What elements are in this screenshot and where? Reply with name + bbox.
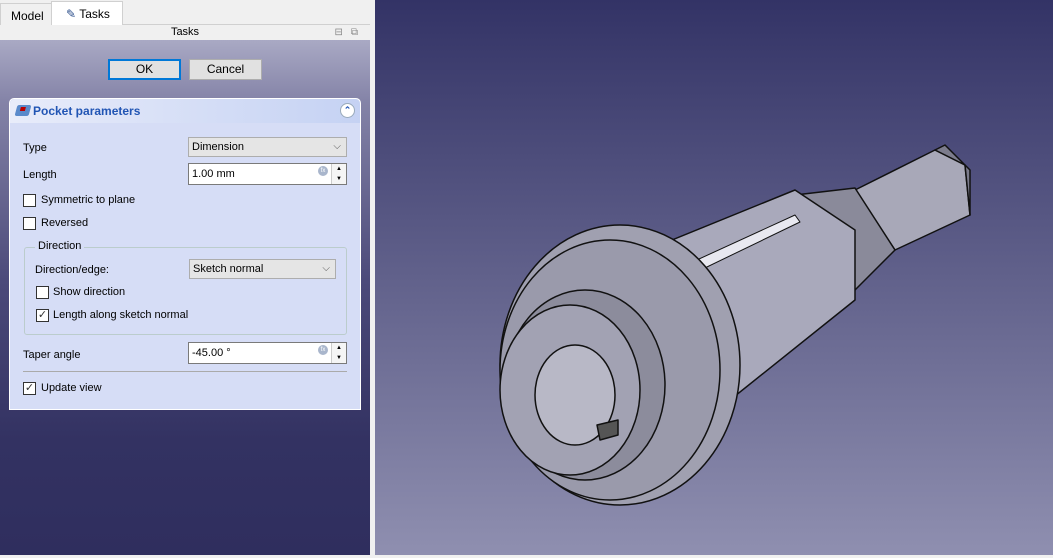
panel-title: Tasks (170, 26, 200, 38)
panel-heading: Pocket parameters (33, 104, 141, 118)
tab-model[interactable]: Model (0, 3, 52, 25)
spin-arrows[interactable]: ▲ ▼ (331, 343, 346, 363)
length-along-label: Length along sketch normal (53, 309, 189, 321)
show-direction-checkbox[interactable] (36, 286, 49, 299)
expression-icon[interactable]: fx (318, 166, 328, 176)
type-select[interactable]: Dimension ⌵ (188, 137, 347, 157)
spin-arrows[interactable]: ▲ ▼ (331, 164, 346, 184)
length-value: 1.00 mm (192, 168, 235, 180)
pocket-parameters-header[interactable]: Pocket parameters ⌃ (10, 99, 360, 123)
tab-label: Tasks (79, 7, 110, 21)
direction-edge-select[interactable]: Sketch normal ⌵ (189, 259, 336, 279)
update-view-label: Update view (41, 382, 102, 394)
type-value: Dimension (192, 141, 244, 153)
collapse-icon[interactable]: ⌃ (340, 103, 355, 118)
pocket-parameters-panel: Pocket parameters ⌃ Type Dimension ⌵ Lengt… (9, 98, 361, 410)
length-input[interactable]: 1.00 mm fx ▲ ▼ (188, 163, 347, 185)
direction-group-title: Direction (35, 240, 85, 252)
task-area: OK Cancel Pocket parameters ⌃ Type Dimens… (0, 40, 370, 555)
symmetric-checkbox[interactable] (23, 194, 36, 207)
expression-icon[interactable]: fx (318, 345, 328, 355)
tab-bar: Model ✎ Tasks (0, 0, 370, 26)
combo-view: Model ✎ Tasks Tasks ⊟⧉ OK Cancel Pocket p… (0, 0, 370, 555)
dock-icon[interactable]: ⊟ (334, 27, 350, 38)
type-label: Type (23, 142, 47, 154)
symmetric-label: Symmetric to plane (41, 194, 136, 206)
cancel-button[interactable]: Cancel (189, 59, 262, 80)
pencil-icon: ✎ (66, 7, 77, 21)
panel-header: Tasks ⊟⧉ (0, 25, 370, 40)
show-direction-label: Show direction (53, 286, 126, 298)
length-label: Length (23, 169, 57, 181)
tab-tasks[interactable]: ✎ Tasks (51, 1, 123, 26)
reversed-label: Reversed (41, 217, 89, 229)
direction-edge-label: Direction/edge: (35, 264, 109, 276)
taper-label: Taper angle (23, 349, 81, 361)
float-icon[interactable]: ⧉ (351, 27, 366, 38)
length-along-checkbox[interactable]: ✓ (36, 309, 49, 322)
direction-group: Direction Direction/edge: Sketch normal ⌵… (24, 240, 347, 335)
chevron-down-icon: ⌵ (322, 263, 330, 274)
pocket-icon (14, 105, 32, 116)
tab-label: Model (11, 9, 44, 23)
taper-input[interactable]: -45.00 ° fx ▲ ▼ (188, 342, 347, 364)
chevron-down-icon: ⌵ (333, 141, 341, 152)
3d-model (499, 144, 971, 506)
direction-edge-value: Sketch normal (193, 263, 264, 275)
reversed-checkbox[interactable] (23, 217, 36, 230)
separator (23, 371, 347, 372)
3d-viewport[interactable] (375, 0, 1053, 555)
taper-value: -45.00 ° (192, 347, 231, 359)
update-view-checkbox[interactable]: ✓ (23, 382, 36, 395)
ok-button[interactable]: OK (108, 59, 181, 80)
